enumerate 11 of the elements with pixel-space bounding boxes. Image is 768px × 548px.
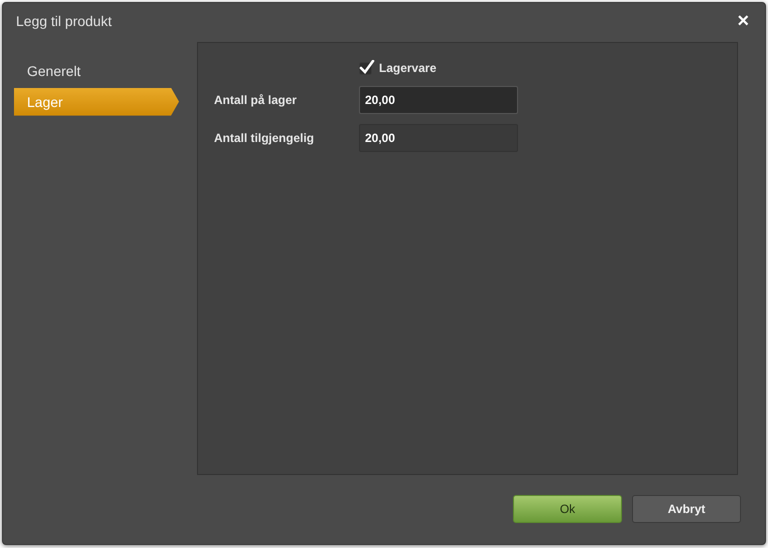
close-button[interactable]: × [733,10,753,31]
window-title: Legg til produkt [16,12,112,29]
sidebar-item[interactable]: Generelt [14,56,179,85]
checkbox-label: Lagervare [379,60,436,75]
field-label: Antall tilgjengelig [214,130,316,145]
input-field[interactable]: 20,00 [359,86,518,114]
checkbox[interactable] [359,60,375,76]
input-field[interactable]: 20,00 [359,124,518,152]
ok-button[interactable]: Ok [513,495,622,524]
cancel-button[interactable]: Avbryt [632,495,741,524]
field-label: Antall på lager [214,92,298,107]
